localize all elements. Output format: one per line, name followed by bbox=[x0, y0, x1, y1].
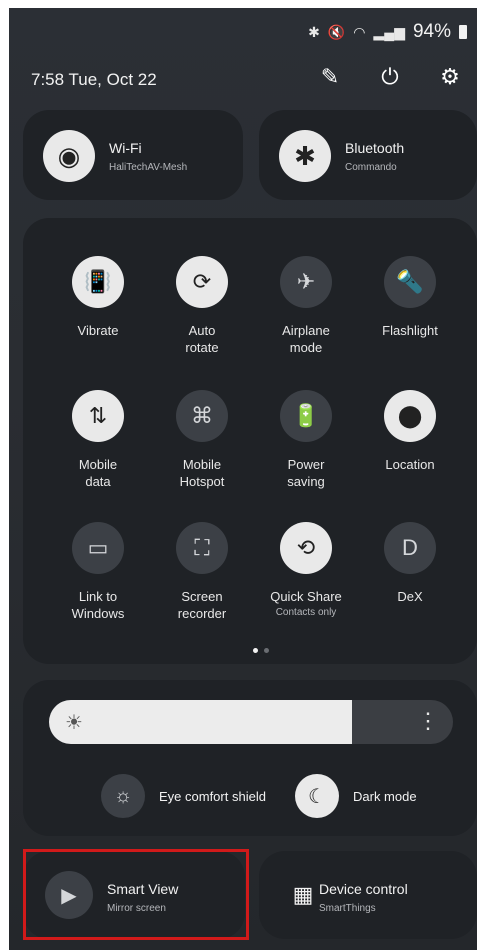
date-time: 7:58 Tue, Oct 22 bbox=[31, 70, 157, 89]
tile-link-windows[interactable]: ▭ Link to Windows bbox=[43, 522, 153, 622]
tile-label: Flashlight bbox=[382, 323, 438, 338]
more-options-icon[interactable]: ⋮ bbox=[417, 708, 439, 734]
vibrate-icon[interactable]: 📳 bbox=[72, 256, 124, 308]
status-bar: ✱ 🔇 ◠ ▂▄▆ 94% bbox=[308, 20, 467, 44]
page-dot bbox=[264, 648, 269, 653]
smart-view-title: Smart View bbox=[107, 881, 179, 897]
bluetooth-device: Commando bbox=[345, 162, 397, 173]
edit-icon[interactable]: ✎ bbox=[317, 64, 343, 90]
page-indicator bbox=[253, 648, 269, 653]
brightness-slider[interactable]: ☀ ⋮ bbox=[49, 700, 453, 744]
hotspot-icon[interactable]: ⌘ bbox=[176, 390, 228, 442]
wifi-6-icon: ◠ bbox=[353, 23, 366, 40]
tile-flashlight[interactable]: 🔦 Flashlight bbox=[355, 256, 465, 339]
eye-comfort-label: Eye comfort shield bbox=[159, 788, 266, 804]
battery-percentage: 94% bbox=[412, 21, 451, 42]
tile-location[interactable]: ⬤ Location bbox=[355, 390, 465, 473]
tile-label: Vibrate bbox=[77, 323, 119, 338]
wifi-tile[interactable]: ◉ Wi-Fi HaliTechAV-Mesh bbox=[23, 110, 243, 200]
quick-settings-grid: 📳 Vibrate ⟳ Auto rotate ✈ Airplane mode 🔦 Flash… bbox=[23, 218, 477, 664]
tile-label: Mobile data bbox=[78, 457, 118, 489]
power-icon[interactable]: ⏻ bbox=[377, 64, 403, 90]
battery-icon bbox=[459, 25, 467, 39]
device-control-sub: SmartThings bbox=[319, 903, 376, 914]
wifi-title: Wi-Fi bbox=[109, 140, 142, 156]
device-control-tile[interactable]: ▦ Device control SmartThings bbox=[259, 851, 477, 939]
tile-vibrate[interactable]: 📳 Vibrate bbox=[43, 256, 153, 339]
airplane-icon[interactable]: ✈ bbox=[280, 256, 332, 308]
bluetooth-toggle-icon[interactable]: ✱ bbox=[279, 130, 331, 182]
tile-label: Mobile Hotspot bbox=[179, 457, 225, 489]
quick-share-icon[interactable]: ⟲ bbox=[280, 522, 332, 574]
smart-view-sub: Mirror screen bbox=[107, 903, 166, 914]
eye-comfort-toggle[interactable]: ☼ Eye comfort shield bbox=[101, 774, 266, 818]
tile-label: Location bbox=[385, 457, 435, 472]
moon-icon[interactable]: ☾ bbox=[295, 774, 339, 818]
mute-icon: 🔇 bbox=[327, 23, 346, 40]
quick-settings-panel: ✱ 🔇 ◠ ▂▄▆ 94% 7:58 Tue, Oct 22 ✎ ⏻ ⚙ ◉ W… bbox=[9, 8, 477, 950]
tile-dex[interactable]: D DeX bbox=[355, 522, 465, 605]
tile-label: Quick Share bbox=[270, 589, 342, 604]
auto-rotate-icon[interactable]: ⟳ bbox=[176, 256, 228, 308]
tile-label: DeX bbox=[397, 589, 423, 604]
smart-view-tile[interactable]: ▶ Smart View Mirror screen bbox=[23, 851, 245, 939]
signal-icon: ▂▄▆ bbox=[373, 23, 405, 40]
tile-quick-share[interactable]: ⟲ Quick Share Contacts only bbox=[251, 522, 361, 618]
tile-label: Screen recorder bbox=[177, 589, 227, 621]
dark-mode-toggle[interactable]: ☾ Dark mode bbox=[295, 774, 417, 818]
tile-label: Airplane mode bbox=[282, 323, 330, 355]
sun-icon: ☀ bbox=[65, 712, 83, 734]
tile-sublabel: Contacts only bbox=[275, 607, 337, 618]
settings-icon[interactable]: ⚙ bbox=[437, 64, 463, 90]
wifi-icon[interactable]: ◉ bbox=[43, 130, 95, 182]
brightness-card: ☀ ⋮ ☼ Eye comfort shield ☾ Dark mode bbox=[23, 680, 477, 836]
brightness-fill bbox=[49, 700, 352, 744]
tile-hotspot[interactable]: ⌘ Mobile Hotspot bbox=[147, 390, 257, 490]
tile-label: Link to Windows bbox=[71, 589, 125, 621]
link-windows-icon[interactable]: ▭ bbox=[72, 522, 124, 574]
dex-icon[interactable]: D bbox=[384, 522, 436, 574]
location-icon[interactable]: ⬤ bbox=[384, 390, 436, 442]
bluetooth-icon: ✱ bbox=[308, 23, 320, 40]
tile-mobile-data[interactable]: ⇅ Mobile data bbox=[43, 390, 153, 490]
wifi-network: HaliTechAV-Mesh bbox=[109, 162, 188, 173]
header-actions: ✎ ⏻ ⚙ bbox=[317, 64, 463, 90]
dark-mode-label: Dark mode bbox=[353, 788, 417, 804]
device-control-title: Device control bbox=[319, 881, 408, 897]
tile-screen-recorder[interactable]: ⛶ Screen recorder bbox=[147, 522, 257, 622]
page-dot-active bbox=[253, 648, 258, 653]
tile-power-saving[interactable]: 🔋 Power saving bbox=[251, 390, 361, 490]
flashlight-icon[interactable]: 🔦 bbox=[384, 256, 436, 308]
bluetooth-tile[interactable]: ✱ Bluetooth Commando bbox=[259, 110, 477, 200]
tile-label: Auto rotate bbox=[185, 323, 219, 355]
tile-label: Power saving bbox=[287, 457, 325, 489]
eye-comfort-icon[interactable]: ☼ bbox=[101, 774, 145, 818]
mobile-data-icon[interactable]: ⇅ bbox=[72, 390, 124, 442]
bluetooth-title: Bluetooth bbox=[345, 140, 405, 156]
smart-view-icon[interactable]: ▶ bbox=[45, 871, 93, 919]
tile-airplane[interactable]: ✈ Airplane mode bbox=[251, 256, 361, 356]
screen-recorder-icon[interactable]: ⛶ bbox=[176, 522, 228, 574]
tile-auto-rotate[interactable]: ⟳ Auto rotate bbox=[147, 256, 257, 356]
power-saving-icon[interactable]: 🔋 bbox=[280, 390, 332, 442]
